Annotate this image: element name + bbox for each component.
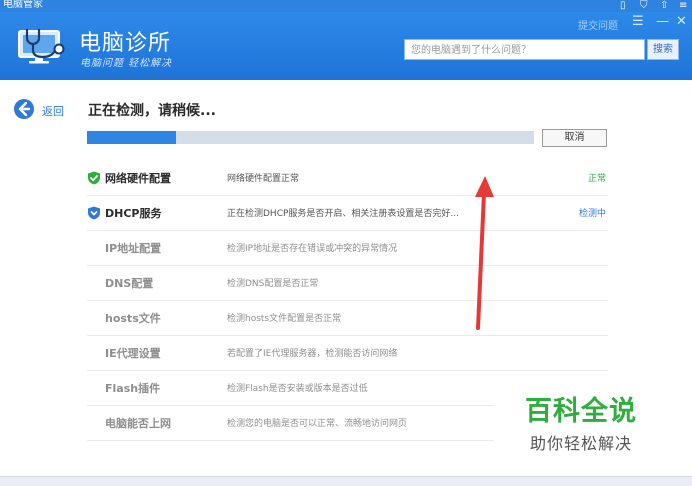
window-titlebar: 电脑管家 ▯ ⛉ ⇧ ≡ — [0, 0, 692, 12]
app-slogan: 电脑问题 轻松解决 — [80, 58, 173, 69]
menu-icon[interactable]: ≡ — [679, 0, 687, 12]
check-description: 检测您的电脑是否可以正常、流畅地访问网页 — [227, 419, 408, 429]
check-name: IE代理设置 — [105, 347, 161, 360]
watermark: 百科全说 助你轻松解决 — [494, 375, 668, 461]
check-description: 检测hosts文件配置是否正常 — [227, 314, 342, 324]
close-button[interactable]: ✕ — [676, 14, 687, 29]
check-name: IP地址配置 — [105, 242, 162, 255]
check-row: DNS配置 检测DNS配置是否正常 — [87, 265, 608, 301]
back-link[interactable]: 返回 — [42, 103, 64, 119]
upload-icon[interactable]: ⇧ — [660, 0, 668, 12]
check-row: DHCP服务 正在检测DHCP服务是否开启、相关注册表设置是否完好... 检测中 — [87, 195, 608, 231]
check-name: Flash插件 — [105, 382, 161, 395]
check-row: IP地址配置 检测IP地址是否存在错误或冲突的异常情况 — [87, 230, 608, 266]
check-status: 检测中 — [578, 209, 606, 219]
watermark-title: 百科全说 — [525, 396, 637, 427]
progress-bar — [87, 131, 534, 144]
stethoscope-monitor-icon — [18, 29, 65, 64]
back-arrow-icon[interactable] — [13, 98, 35, 120]
minimize-button[interactable]: — — [656, 14, 669, 29]
check-name: DNS配置 — [105, 277, 154, 290]
scan-status-title: 正在检测，请稍候... — [88, 103, 216, 119]
watermark-subtitle: 助你轻松解决 — [529, 434, 632, 453]
device-icon[interactable]: ▯ — [620, 0, 626, 12]
check-description: 网络硬件配置正常 — [227, 174, 300, 184]
check-row: 网络硬件配置 网络硬件配置正常 正常 — [87, 160, 608, 196]
check-description: 检测IP地址是否存在错误或冲突的异常情况 — [227, 244, 398, 254]
check-name: DHCP服务 — [105, 207, 162, 220]
check-description: 检测Flash是否安装或版本是否过低 — [227, 384, 368, 394]
cancel-button[interactable]: 取消 — [542, 129, 607, 147]
check-name: 网络硬件配置 — [105, 172, 171, 185]
search-button[interactable]: 搜索 — [647, 39, 679, 60]
header: 电脑诊所 电脑问题 轻松解决 提交问题 ☰ — ✕ 您的电脑遇到了什么问题？ 搜… — [0, 12, 692, 80]
app-title: 电脑诊所 — [79, 31, 172, 56]
check-row: IE代理设置 若配置了IE代理服务器，检测能否访问网络 — [87, 335, 608, 371]
check-row: hosts文件 检测hosts文件配置是否正常 — [87, 300, 608, 336]
search-input[interactable]: 您的电脑遇到了什么问题？ — [404, 39, 645, 60]
progress-fill — [87, 131, 177, 144]
app-name: 电脑管家 — [3, 0, 43, 10]
check-status: 正常 — [587, 174, 606, 184]
check-shield-icon — [88, 171, 100, 185]
check-description: 检测DNS配置是否正常 — [227, 279, 319, 289]
check-name: hosts文件 — [105, 312, 161, 325]
feedback-link[interactable]: 提交问题 — [578, 17, 618, 32]
check-description: 若配置了IE代理服务器，检测能否访问网络 — [227, 349, 398, 359]
check-name: 电脑能否上网 — [105, 417, 171, 430]
menu-button[interactable]: ☰ — [632, 14, 644, 29]
pending-shield-icon — [88, 206, 100, 220]
shield-icon[interactable]: ⛉ — [640, 0, 648, 12]
check-description: 正在检测DHCP服务是否开启、相关注册表设置是否完好... — [227, 209, 459, 219]
